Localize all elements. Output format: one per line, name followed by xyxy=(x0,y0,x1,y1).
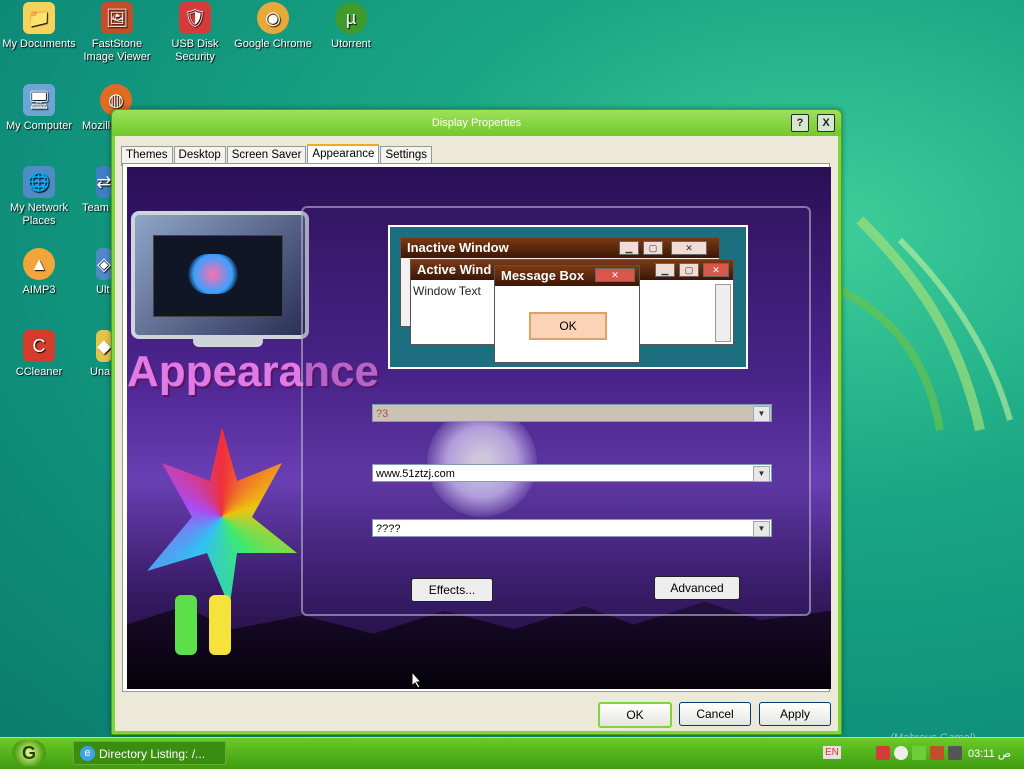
close-button[interactable]: X xyxy=(817,114,835,132)
chevron-down-icon[interactable]: ▼ xyxy=(753,406,770,422)
bottle-yellow xyxy=(209,595,231,655)
tray-icon-network[interactable] xyxy=(930,746,944,760)
desktop-icon-label: Mozill xyxy=(82,120,111,132)
appearance-panel: Appearance Inactive Window ▁ ▢ ✕ Active … xyxy=(122,163,831,692)
chrome-icon: ◉ xyxy=(257,2,289,34)
utorrent-icon: µ xyxy=(335,2,367,34)
desktop-icon-label: CCleaner xyxy=(15,366,63,378)
folder-icon: 📁 xyxy=(23,2,55,34)
effects-button[interactable]: Effects... xyxy=(411,578,493,602)
desktop-icon-my-computer[interactable]: 🖥 My Computer xyxy=(0,84,78,133)
app-icon: ◈ xyxy=(96,248,112,280)
desktop-icon-label: My Network Places xyxy=(9,202,69,227)
ie-icon: e xyxy=(80,746,95,761)
select-value: ???? xyxy=(376,523,401,535)
select-value: ?3 xyxy=(376,408,389,420)
tray-icon-monitor[interactable] xyxy=(948,746,962,760)
desktop-icon-label: USB Disk Security xyxy=(171,38,219,63)
chevron-down-icon[interactable]: ▼ xyxy=(753,466,770,482)
desktop-icon-label: Team xyxy=(82,202,109,214)
start-button[interactable]: G xyxy=(12,740,46,766)
ccleaner-icon: C xyxy=(23,330,55,362)
paint-splash xyxy=(147,427,297,607)
monitor-graphic xyxy=(131,211,309,339)
cancel-button[interactable]: Cancel xyxy=(679,702,751,726)
taskbar: G e Directory Listing: /... EN 03:11 ص xyxy=(0,737,1024,769)
font-size-select[interactable]: ???? ▼ xyxy=(372,519,772,537)
monitor-stand xyxy=(193,335,263,347)
monitor-screen xyxy=(153,235,283,317)
desktop-icon-my-documents[interactable]: 📁 My Documents xyxy=(0,2,78,51)
desktop-icon-ult[interactable]: ◈ Ult xyxy=(78,248,112,297)
wallpaper-swirl xyxy=(840,216,1013,432)
select-value: www.51ztzj.com xyxy=(376,468,455,480)
computer-icon: 🖥 xyxy=(23,84,55,116)
desktop-icon-label: Utorrent xyxy=(331,38,371,50)
shield-icon: 🛡 xyxy=(179,2,211,34)
bottle-green xyxy=(175,595,197,655)
desktop-icon-faststone[interactable]: 🖼 FastStone Image Viewer xyxy=(78,2,156,64)
color-scheme-select[interactable]: www.51ztzj.com ▼ xyxy=(372,464,772,482)
desktop-icon-label: My Computer xyxy=(5,120,73,132)
display-properties-window: Display Properties ? X Themes Desktop Sc… xyxy=(111,109,842,735)
desktop-icon-label: My Documents xyxy=(2,38,76,50)
clock[interactable]: 03:11 ص xyxy=(968,747,1011,760)
message-box: Message Box ✕ OK xyxy=(494,265,640,363)
taskbar-item-directory-listing[interactable]: e Directory Listing: /... xyxy=(73,741,226,765)
desktop-icon-my-network-places[interactable]: 🌐 My Network Places xyxy=(0,166,78,228)
dialog-client: Themes Desktop Screen Saver Appearance S… xyxy=(115,136,838,731)
window-text: Window Text xyxy=(413,284,481,298)
ok-button[interactable]: OK xyxy=(598,702,672,728)
desktop-icon-utorrent[interactable]: µ Utorrent xyxy=(312,2,390,51)
maximize-icon: ▢ xyxy=(643,241,663,255)
message-ok-button: OK xyxy=(529,312,607,340)
minimize-icon: ▁ xyxy=(655,263,675,277)
close-icon: ✕ xyxy=(703,263,729,277)
aimp-icon: ▲ xyxy=(23,248,55,280)
mouse-cursor-icon xyxy=(411,671,423,689)
chevron-down-icon[interactable]: ▼ xyxy=(753,521,770,537)
desktop-icon-label: AIMP3 xyxy=(22,284,56,296)
screen-blob xyxy=(188,254,238,294)
help-button[interactable]: ? xyxy=(791,114,809,132)
close-icon: ✕ xyxy=(595,268,635,282)
desktop-icon-aimp3[interactable]: ▲ AIMP3 xyxy=(0,248,78,297)
maximize-icon: ▢ xyxy=(679,263,699,277)
language-indicator[interactable]: EN xyxy=(823,746,841,759)
tray-icon-security[interactable] xyxy=(876,746,890,760)
advanced-button[interactable]: Advanced xyxy=(654,576,740,600)
tray-icon-status[interactable] xyxy=(894,746,908,760)
app-icon: ◆ xyxy=(96,330,112,362)
desktop-icon-label: FastStone Image Viewer xyxy=(83,38,151,63)
minimize-icon: ▁ xyxy=(619,241,639,255)
tray-icon-update[interactable] xyxy=(912,746,926,760)
desktop-icon-ccleaner[interactable]: C CCleaner xyxy=(0,330,78,379)
window-button-style-select[interactable]: ?3 ▼ xyxy=(372,404,772,422)
preview-scrollbar xyxy=(715,284,731,342)
teamviewer-icon: ⇄ xyxy=(96,166,112,198)
desktop-icon-label: Ult xyxy=(96,284,110,296)
desktop-icon-teamviewer[interactable]: ⇄ Team xyxy=(78,166,112,215)
desktop-icon-una[interactable]: ◆ Una xyxy=(78,330,112,379)
desktop-icon-usb-disk-security[interactable]: 🛡 USB Disk Security xyxy=(156,2,234,64)
window-title: Display Properties xyxy=(431,117,522,129)
title-bar[interactable]: Display Properties ? X xyxy=(112,110,841,136)
system-tray: EN 03:11 ص xyxy=(820,741,1020,765)
taskbar-item-label: Directory Listing: /... xyxy=(99,747,206,761)
apply-button[interactable]: Apply xyxy=(759,702,831,726)
network-icon: 🌐 xyxy=(23,166,55,198)
style-preview: Inactive Window ▁ ▢ ✕ Active Wind ▁ ▢ ✕ … xyxy=(388,225,748,369)
desktop-icon-google-chrome[interactable]: ◉ Google Chrome xyxy=(234,2,312,51)
image-viewer-icon: 🖼 xyxy=(101,2,133,34)
desktop-icon-label: Una xyxy=(90,366,111,378)
desktop-icon-label: Google Chrome xyxy=(234,38,312,50)
close-icon: ✕ xyxy=(671,241,707,255)
